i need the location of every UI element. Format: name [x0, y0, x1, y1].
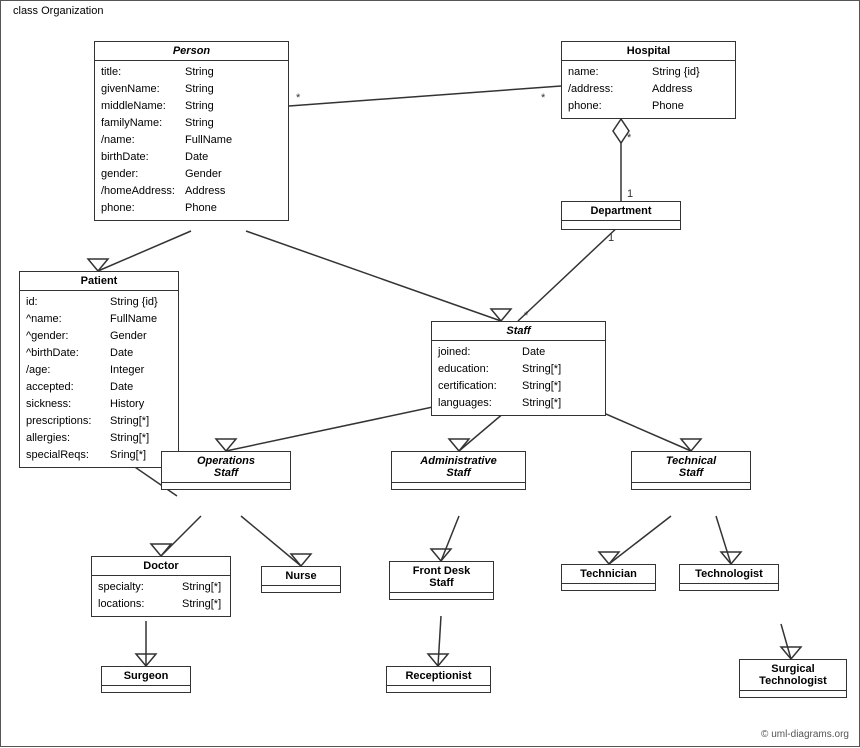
class-hospital-header: Hospital	[562, 42, 735, 61]
svg-text:*: *	[296, 92, 301, 104]
class-surgical-technologist: SurgicalTechnologist	[739, 659, 847, 698]
class-receptionist: Receptionist	[386, 666, 491, 693]
class-technologist-body	[680, 584, 778, 590]
class-operations-staff: OperationsStaff	[161, 451, 291, 490]
class-surgeon-header: Surgeon	[102, 667, 190, 686]
class-hospital-body: name:String {id} /address:Address phone:…	[562, 61, 735, 118]
class-admin-body	[392, 483, 525, 489]
diagram-title: class Organization	[9, 5, 108, 17]
class-admin-staff: AdministrativeStaff	[391, 451, 526, 490]
class-technical-staff: TechnicalStaff	[631, 451, 751, 490]
class-receptionist-header: Receptionist	[387, 667, 490, 686]
class-department-header: Department	[562, 202, 680, 221]
class-doctor-body: specialty:String[*] locations:String[*]	[92, 576, 230, 616]
class-doctor-header: Doctor	[92, 557, 230, 576]
svg-text:1: 1	[608, 232, 614, 244]
class-surgical-tech-header: SurgicalTechnologist	[740, 660, 846, 691]
class-operations-header: OperationsStaff	[162, 452, 290, 483]
class-person-body: title:String givenName:String middleName…	[95, 61, 288, 220]
class-technician-header: Technician	[562, 565, 655, 584]
class-technician: Technician	[561, 564, 656, 591]
class-staff-header: Staff	[432, 322, 605, 341]
class-department-body	[562, 221, 680, 229]
class-surgical-tech-body	[740, 691, 846, 697]
class-technologist: Technologist	[679, 564, 779, 591]
svg-text:*: *	[627, 132, 632, 144]
class-doctor: Doctor specialty:String[*] locations:Str…	[91, 556, 231, 617]
class-person: Person title:String givenName:String mid…	[94, 41, 289, 221]
class-patient: Patient id:String {id} ^name:FullName ^g…	[19, 271, 179, 468]
class-staff: Staff joined:Date education:String[*] ce…	[431, 321, 606, 416]
class-technical-header: TechnicalStaff	[632, 452, 750, 483]
class-surgeon-body	[102, 686, 190, 692]
class-frontdesk: Front DeskStaff	[389, 561, 494, 600]
class-nurse-header: Nurse	[262, 567, 340, 586]
class-frontdesk-body	[390, 593, 493, 599]
class-technician-body	[562, 584, 655, 590]
svg-text:*: *	[541, 92, 546, 104]
class-staff-body: joined:Date education:String[*] certific…	[432, 341, 605, 415]
class-patient-body: id:String {id} ^name:FullName ^gender:Ge…	[20, 291, 178, 467]
class-hospital: Hospital name:String {id} /address:Addre…	[561, 41, 736, 119]
class-surgeon: Surgeon	[101, 666, 191, 693]
class-frontdesk-header: Front DeskStaff	[390, 562, 493, 593]
class-technologist-header: Technologist	[680, 565, 778, 584]
class-technical-body	[632, 483, 750, 489]
class-person-header: Person	[95, 42, 288, 61]
class-operations-body	[162, 483, 290, 489]
class-nurse-body	[262, 586, 340, 592]
class-admin-header: AdministrativeStaff	[392, 452, 525, 483]
diagram-container: class Organization 1 * * * 1 *	[0, 0, 860, 747]
svg-text:1: 1	[627, 188, 633, 200]
class-nurse: Nurse	[261, 566, 341, 593]
class-department: Department	[561, 201, 681, 230]
class-receptionist-body	[387, 686, 490, 692]
copyright: © uml-diagrams.org	[761, 729, 849, 740]
class-patient-header: Patient	[20, 272, 178, 291]
